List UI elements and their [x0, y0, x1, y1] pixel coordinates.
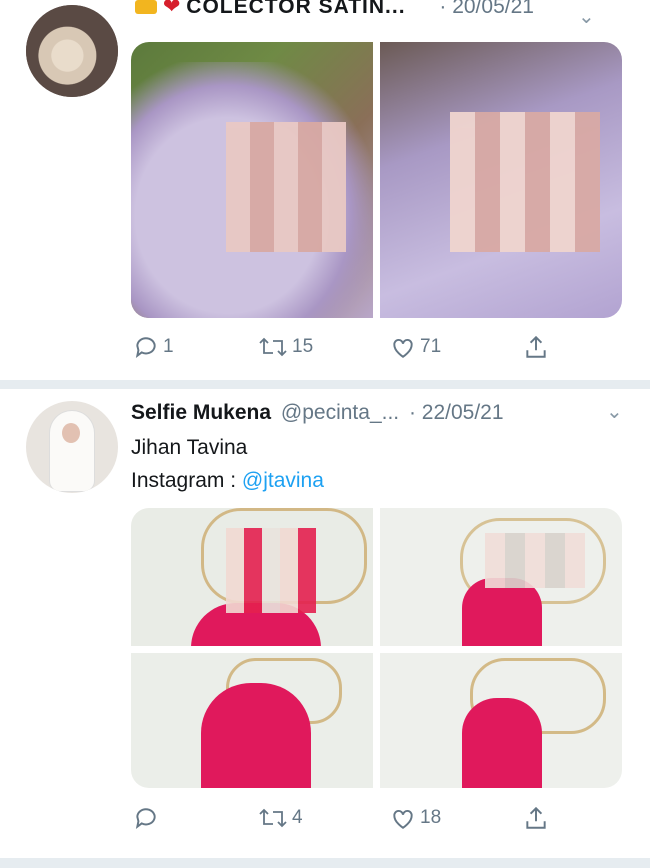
reply-button[interactable]: 1: [133, 334, 174, 360]
like-button[interactable]: 71: [390, 334, 441, 360]
retweet-icon: [259, 808, 287, 828]
retweet-count: 4: [292, 807, 303, 828]
blurred-face: [485, 533, 585, 588]
reply-button[interactable]: [133, 805, 163, 831]
chevron-down-icon[interactable]: ⌄: [578, 4, 595, 29]
share-icon: [526, 335, 546, 358]
media-photo[interactable]: [380, 653, 622, 788]
media-photo[interactable]: [131, 42, 373, 318]
chevron-down-icon[interactable]: ⌄: [606, 399, 623, 424]
hand-icon: [135, 0, 157, 15]
mention-link[interactable]: @jtavina: [242, 469, 324, 492]
tweet-actions: 4 18: [0, 805, 650, 835]
tweet-text-line: Instagram : @jtavina: [131, 464, 324, 497]
like-count: 18: [420, 807, 442, 828]
tweet-divider: [0, 380, 650, 389]
instagram-label: Instagram :: [131, 469, 242, 492]
media-photo[interactable]: [380, 508, 622, 646]
display-name[interactable]: COLECTOR SATIN...: [186, 0, 405, 18]
blurred-face: [450, 112, 600, 252]
blurred-face: [226, 528, 316, 613]
tweet-2[interactable]: Selfie Mukena @pecinta_... · 22/05/21 ⌄ …: [0, 389, 650, 854]
tweet-header: ❤ COLECTOR SATIN... · 20/05/21: [135, 0, 534, 19]
media-photo[interactable]: [380, 42, 622, 318]
media-photo[interactable]: [131, 653, 373, 788]
tweet-date[interactable]: · 22/05/21: [409, 401, 504, 424]
share-button[interactable]: [523, 805, 549, 831]
avatar[interactable]: [26, 401, 118, 493]
heart-icon: [393, 338, 413, 358]
like-count: 71: [420, 336, 442, 357]
tweet-text-line: Jihan Tavina: [131, 436, 248, 459]
user-handle[interactable]: @pecinta_...: [281, 401, 399, 424]
retweet-button[interactable]: 15: [258, 334, 313, 360]
media-photo[interactable]: [131, 508, 373, 646]
display-name[interactable]: Selfie Mukena: [131, 401, 271, 424]
heart-icon: [393, 809, 413, 829]
like-button[interactable]: 18: [390, 805, 441, 831]
retweet-icon: [259, 337, 287, 357]
avatar[interactable]: [26, 5, 118, 97]
reply-count: 1: [163, 336, 174, 357]
heart-emoji-icon: ❤: [162, 0, 181, 18]
share-button[interactable]: [523, 334, 549, 360]
tweet-actions: 1 15 71: [0, 334, 650, 364]
reply-icon: [135, 337, 156, 358]
tweet-text: Jihan Tavina Instagram : @jtavina: [131, 431, 324, 497]
retweet-button[interactable]: 4: [258, 805, 303, 831]
tweet-header: Selfie Mukena @pecinta_... · 22/05/21: [131, 401, 504, 425]
media-grid[interactable]: [131, 508, 622, 788]
retweet-count: 15: [292, 336, 314, 357]
tweet-date[interactable]: · 20/05/21: [439, 0, 534, 18]
blurred-face: [226, 122, 346, 252]
share-icon: [526, 806, 546, 829]
media-grid[interactable]: [131, 42, 622, 318]
tweet-1[interactable]: ❤ COLECTOR SATIN... · 20/05/21 ⌄ 1 15 71: [0, 0, 650, 380]
tweet-divider: [0, 858, 650, 868]
reply-icon: [135, 808, 156, 829]
